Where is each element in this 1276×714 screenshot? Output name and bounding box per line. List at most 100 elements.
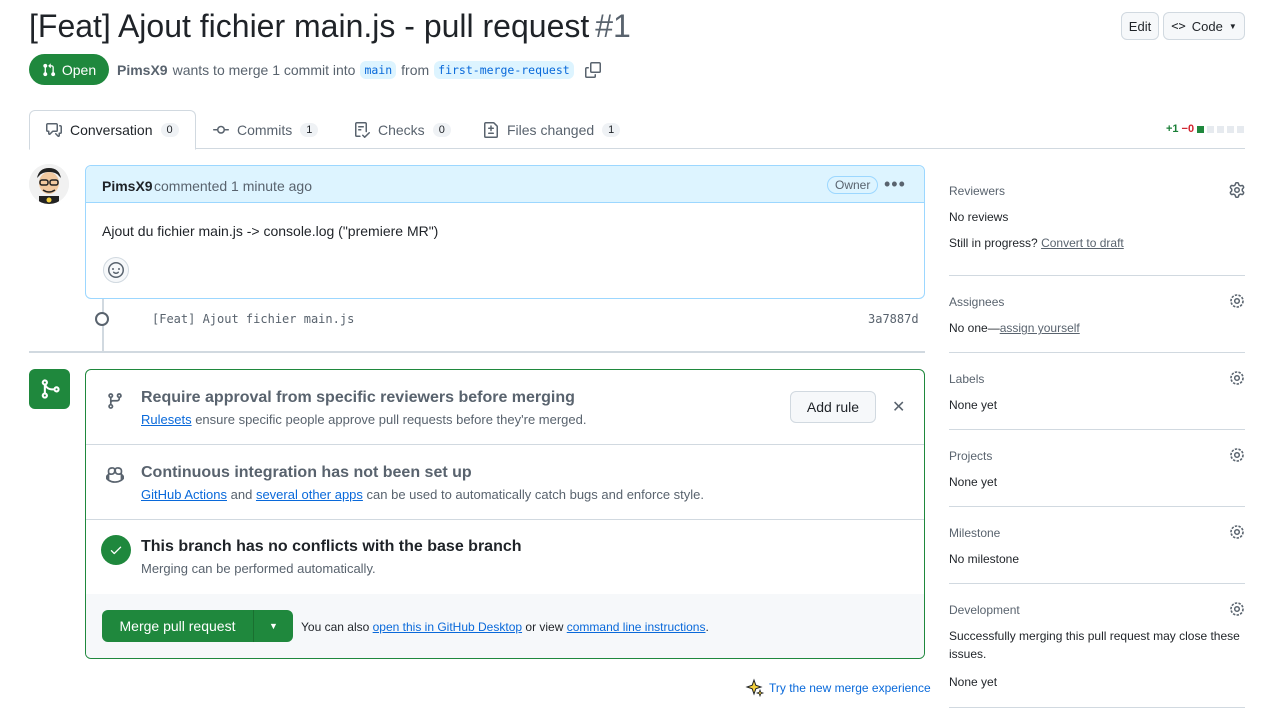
from-text: from	[401, 62, 430, 78]
tab-conversation[interactable]: Conversation 0	[29, 110, 196, 150]
gear-icon[interactable]	[1229, 293, 1245, 309]
projects-value: None yet	[949, 475, 998, 489]
comment-timestamp: commented 1 minute ago	[154, 178, 312, 194]
gear-icon[interactable]	[1229, 447, 1245, 463]
comment-header: PimsX9 commented 1 minute ago Owner •••	[86, 166, 924, 203]
tab-checks[interactable]: Checks 0	[338, 110, 467, 149]
code-button-label: Code	[1191, 18, 1223, 34]
diffstat-block-added	[1197, 125, 1205, 133]
gear-icon[interactable]	[1229, 182, 1245, 198]
diffstat-deletions: −0	[1181, 123, 1195, 135]
triangle-down-icon[interactable]: ▼	[254, 610, 293, 642]
code-button[interactable]: <> Code ▼	[1163, 12, 1245, 40]
merge-footer: Merge pull request ▼ You can also open t…	[86, 594, 924, 658]
milestone-heading: Milestone	[949, 526, 1001, 540]
ci-subtitle: GitHub Actions and several other apps ca…	[141, 487, 704, 502]
tab-conversation-label: Conversation	[70, 122, 153, 138]
development-description: Successfully merging this pull request m…	[949, 629, 1240, 643]
tab-checks-count: 0	[432, 122, 451, 137]
sidebar-divider	[949, 429, 1245, 430]
pr-title-text: [Feat] Ajout fichier main.js - pull requ…	[29, 8, 590, 44]
copy-icon[interactable]	[584, 62, 601, 78]
merge-button-group: Merge pull request ▼	[102, 610, 293, 642]
smiley-icon	[108, 262, 124, 278]
try-new-merge-link[interactable]: Try the new merge experience	[745, 678, 931, 698]
diffstat-block-neutral	[1207, 125, 1215, 133]
merge-alt-or: or view	[525, 620, 564, 634]
github-desktop-link[interactable]: open this in GitHub Desktop	[373, 620, 522, 634]
git-commit-icon	[95, 312, 109, 326]
diffstat-additions: +1	[1166, 123, 1179, 135]
pr-number: #1	[595, 8, 631, 44]
add-reaction-button[interactable]	[103, 257, 129, 283]
ci-section: Continuous integration has not been set …	[86, 445, 924, 520]
diffstat-block-neutral	[1237, 125, 1245, 133]
development-description-cont: issues.	[949, 647, 987, 661]
file-diff-icon	[484, 121, 498, 138]
sidebar-assignees: Assignees No one—assign yourself	[949, 293, 1245, 340]
avatar-image	[29, 164, 69, 204]
git-branch-icon	[108, 393, 122, 409]
development-value: None yet	[949, 675, 998, 689]
base-branch[interactable]: main	[360, 61, 397, 79]
gear-icon[interactable]	[1229, 370, 1245, 386]
gear-icon[interactable]	[1229, 601, 1245, 617]
ruleset-section: Require approval from specific reviewers…	[86, 370, 924, 445]
tab-commits[interactable]: Commits 1	[197, 110, 334, 149]
assignees-value: No one—assign yourself	[949, 321, 1080, 335]
diffstat-block-neutral	[1227, 125, 1235, 133]
avatar[interactable]	[29, 164, 69, 204]
head-branch[interactable]: first-merge-request	[434, 61, 574, 79]
edit-button[interactable]: Edit	[1121, 12, 1159, 40]
comment-author[interactable]: PimsX9	[102, 178, 153, 194]
ci-text: can be used to automatically catch bugs …	[366, 487, 705, 502]
close-icon[interactable]: ✕	[892, 397, 905, 417]
assign-yourself-link[interactable]: assign yourself	[1000, 321, 1080, 335]
convert-to-draft-link[interactable]: Convert to draft	[1041, 236, 1124, 250]
command-line-link[interactable]: command line instructions	[567, 620, 706, 634]
ruleset-text: ensure specific people approve pull requ…	[195, 412, 587, 427]
copilot-robot-icon	[106, 467, 124, 483]
gear-icon[interactable]	[1229, 524, 1245, 540]
rulesets-link[interactable]: Rulesets	[141, 412, 192, 427]
github-actions-link[interactable]: GitHub Actions	[141, 487, 227, 502]
labels-heading: Labels	[949, 372, 985, 386]
tab-commits-label: Commits	[237, 121, 293, 138]
merge-text: wants to merge 1 commit into	[172, 62, 356, 78]
sidebar-projects: Projects None yet	[949, 447, 1245, 494]
merge-pull-request-button[interactable]: Merge pull request	[102, 610, 254, 642]
git-commit-icon	[213, 125, 229, 134]
milestone-value: No milestone	[949, 552, 1020, 566]
triangle-down-icon: ▼	[1228, 21, 1237, 31]
commit-message-link[interactable]: [Feat] Ajout fichier main.js	[152, 312, 354, 326]
code-icon: <>	[1171, 19, 1186, 33]
try-new-merge-label: Try the new merge experience	[769, 681, 931, 695]
tab-checks-label: Checks	[378, 121, 425, 138]
sidebar-divider	[949, 583, 1245, 584]
reviewers-value: No reviews	[949, 210, 1009, 224]
diffstat[interactable]: +1 −0	[1166, 123, 1245, 135]
kebab-horizontal-icon[interactable]: •••	[884, 175, 906, 193]
projects-heading: Projects	[949, 449, 993, 463]
git-merge-icon	[29, 369, 70, 409]
owner-badge: Owner	[827, 176, 879, 194]
sidebar-divider	[949, 352, 1245, 353]
add-rule-button[interactable]: Add rule	[790, 391, 876, 423]
merge-alt-period: .	[705, 620, 709, 634]
tab-conversation-count: 0	[160, 123, 179, 137]
assignees-none: No one—	[949, 321, 1000, 335]
reviewers-progress-text: Still in progress?	[949, 236, 1038, 250]
comment-body: Ajout du fichier main.js -> console.log …	[102, 223, 439, 239]
development-heading: Development	[949, 603, 1020, 617]
ci-and-text: and	[230, 487, 253, 502]
tab-files-changed[interactable]: Files changed 1	[467, 110, 636, 149]
sidebar-reviewers: Reviewers No reviews Still in progress? …	[949, 182, 1245, 264]
other-apps-link[interactable]: several other apps	[256, 487, 363, 502]
pr-author-link[interactable]: PimsX9	[117, 62, 168, 78]
commit-sha-link[interactable]: 3a7887d	[868, 312, 919, 326]
git-pull-request-icon	[43, 63, 56, 76]
merge-box: Require approval from specific reviewers…	[85, 369, 925, 659]
reviewers-heading: Reviewers	[949, 184, 1006, 198]
pr-meta: PimsX9 wants to merge 1 commit into main…	[117, 61, 601, 79]
check-icon	[101, 535, 131, 565]
